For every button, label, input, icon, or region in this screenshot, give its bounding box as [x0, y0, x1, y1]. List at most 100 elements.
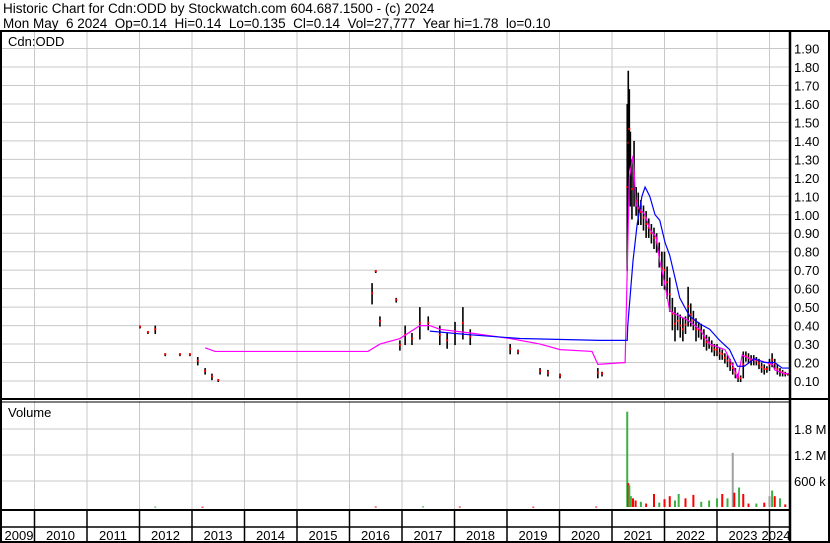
price-tick-label: 1.90 [794, 42, 819, 57]
price-tick-label: 0.50 [794, 300, 819, 315]
close-tick [653, 236, 655, 239]
close-tick [395, 298, 398, 301]
price-tick-label: 0.70 [794, 263, 819, 278]
price-tick-label: 1.50 [794, 115, 819, 130]
year-tick-label: 2019 [519, 528, 548, 543]
year-tick-label: 2016 [361, 528, 390, 543]
volume-bar [747, 503, 750, 507]
close-tick [154, 328, 157, 331]
year-tick-label: 2018 [466, 528, 495, 543]
year-tick-label: 2024 [762, 528, 791, 543]
volume-bar [763, 502, 766, 507]
short-moving-average-line [204, 155, 789, 382]
close-tick [371, 292, 374, 295]
volume-label: Volume [8, 405, 51, 420]
volume-bar [595, 506, 598, 508]
close-tick [723, 356, 726, 359]
close-tick [210, 375, 213, 378]
volume-bar [374, 506, 377, 508]
close-tick [398, 343, 401, 346]
volume-tick-label: 1.8 M [794, 422, 827, 437]
volume-bar [755, 503, 758, 507]
header-area [0, 0, 830, 31]
close-tick [461, 321, 464, 324]
close-tick [146, 331, 149, 334]
close-tick [438, 333, 441, 336]
volume-bar [668, 496, 671, 507]
close-tick [771, 358, 774, 361]
volume-bar [700, 501, 703, 507]
volume-bar [779, 498, 781, 507]
year-tick-label: 2012 [151, 528, 180, 543]
year-tick-label: 2013 [204, 528, 233, 543]
volume-bar [726, 498, 729, 507]
volume-bar [632, 498, 634, 507]
price-tick-label: 1.40 [794, 134, 819, 149]
volume-bar [692, 494, 695, 507]
close-tick [663, 269, 666, 272]
close-tick [469, 335, 472, 338]
close-tick [684, 323, 687, 326]
close-tick [517, 350, 520, 353]
volume-bar [663, 499, 666, 507]
close-tick [721, 353, 724, 356]
close-tick [758, 362, 760, 365]
year-tick-label: 2023 [729, 528, 758, 543]
close-tick [739, 377, 742, 380]
close-tick [446, 339, 449, 342]
year-tick-label: 2022 [676, 528, 705, 543]
close-tick [645, 223, 648, 226]
close-tick [509, 347, 512, 350]
volume-tick-label: 1.2 M [794, 448, 827, 463]
year-tick-label: 2015 [309, 528, 338, 543]
close-tick [666, 281, 669, 284]
close-tick [713, 348, 716, 351]
price-tick-label: 1.60 [794, 97, 819, 112]
close-tick [689, 313, 692, 316]
close-tick [776, 367, 779, 370]
volume-bar [154, 506, 157, 508]
close-tick [763, 367, 766, 370]
price-volume-chart: 0.10 0.20 0.30 0.40 0.50 0.60 0.70 0.80 0.90 1.00… [0, 0, 830, 543]
year-tick-label: 2017 [414, 528, 443, 543]
close-tick [539, 369, 542, 372]
close-tick [726, 359, 729, 362]
volume-bar [784, 504, 787, 507]
volume-bar [458, 506, 461, 508]
close-tick [204, 369, 207, 372]
close-tick [418, 321, 421, 324]
price-tick-label: 1.70 [794, 78, 819, 93]
price-tick-label: 0.60 [794, 282, 819, 297]
volume-bar [422, 506, 424, 508]
year-tick-label: 2011 [99, 528, 127, 543]
volume-bar [653, 494, 655, 507]
price-tick-label: 0.10 [794, 374, 819, 389]
close-tick [164, 353, 167, 356]
close-tick [681, 328, 684, 331]
volume-bar [721, 494, 724, 507]
close-tick [674, 322, 676, 325]
price-tick-label: 0.30 [794, 337, 819, 352]
close-tick [687, 305, 690, 308]
close-tick [378, 319, 381, 322]
close-tick [705, 341, 708, 344]
close-tick [679, 324, 682, 327]
volume-bar [201, 506, 204, 508]
volume-bar [742, 494, 745, 507]
close-tick [630, 187, 633, 190]
volume-bar [677, 494, 680, 507]
volume-bar [674, 500, 676, 507]
volume-bar [708, 500, 711, 507]
volume-bar [768, 496, 771, 507]
volume-bar [658, 502, 661, 507]
symbol-label: Cdn:ODD [8, 34, 64, 49]
close-tick [374, 270, 377, 273]
close-tick [601, 372, 604, 375]
close-tick [196, 359, 199, 362]
close-tick [178, 353, 181, 356]
close-tick [188, 353, 191, 356]
volume-bar [771, 490, 774, 507]
close-tick [546, 371, 549, 374]
year-tick-label: 2020 [571, 528, 600, 543]
price-tick-label: 1.20 [794, 171, 819, 186]
